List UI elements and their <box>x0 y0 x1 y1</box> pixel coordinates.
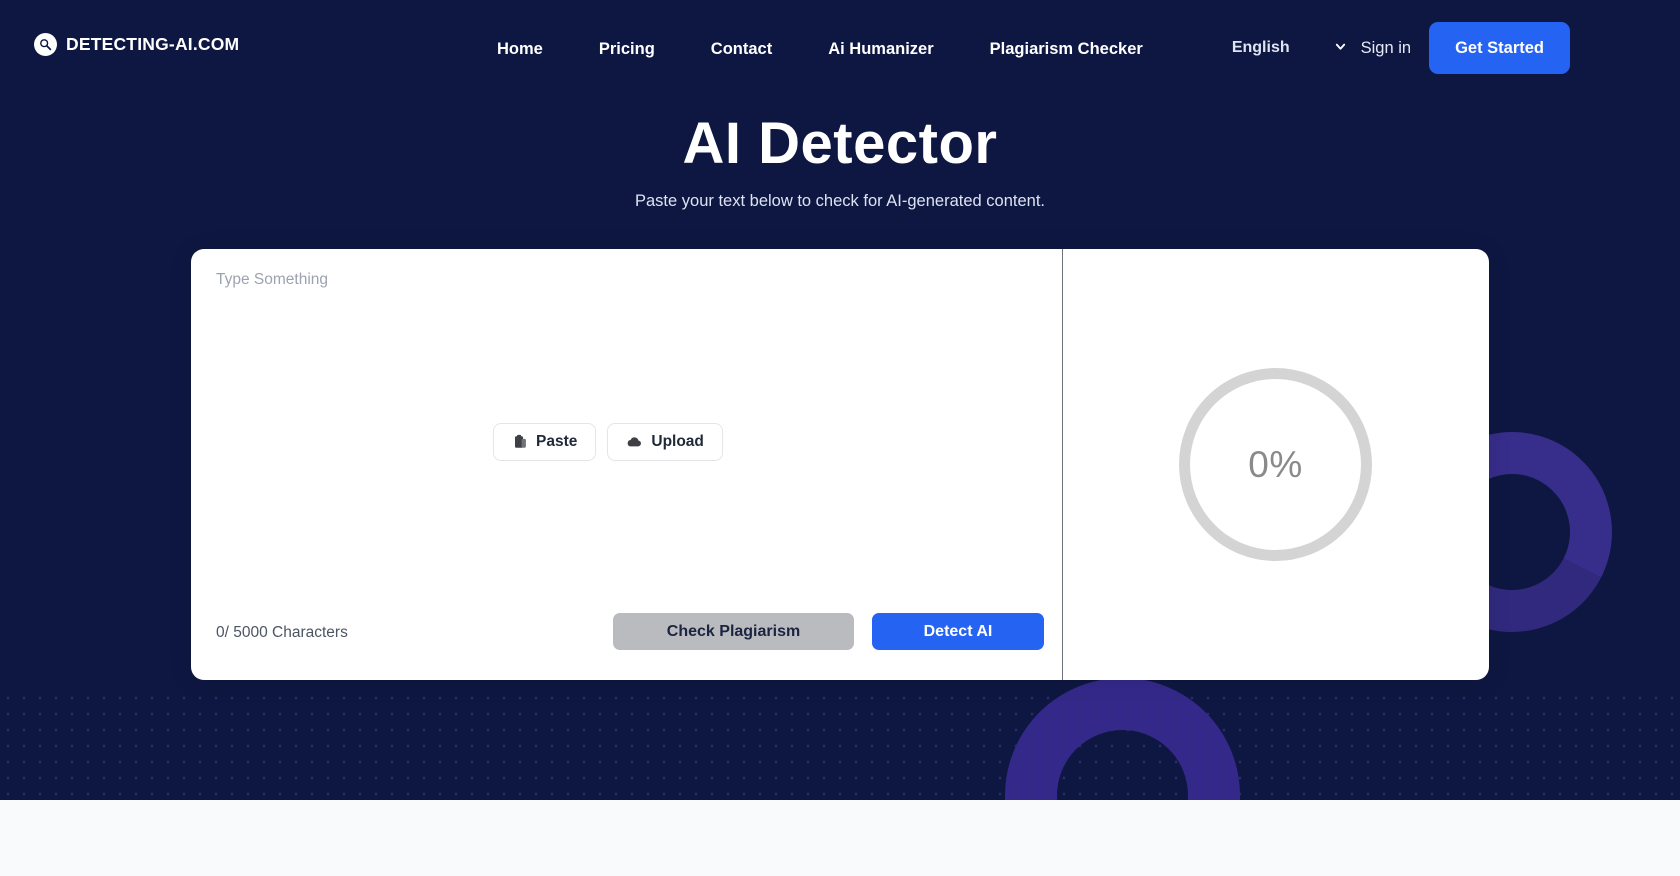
hero-section: DETECTING-AI.COM Home Pricing Contact Ai… <box>0 0 1680 800</box>
header-actions: English Sign in Get Started <box>1232 0 1680 96</box>
ai-score-value: 0% <box>1248 443 1303 485</box>
language-selector-label: English <box>1231 39 1290 56</box>
detect-ai-button[interactable]: Detect AI <box>872 613 1044 650</box>
character-counter: 0/ 5000 Characters <box>216 624 348 641</box>
upload-button-label: Upload <box>651 433 704 450</box>
nav-item-plagiarism-checker[interactable]: Plagiarism Checker <box>962 40 1171 59</box>
upload-button[interactable]: Upload <box>607 423 723 461</box>
magnifier-circle-icon <box>34 33 57 56</box>
cloud-upload-icon <box>626 435 642 449</box>
nav-item-pricing[interactable]: Pricing <box>571 40 683 59</box>
editor-input-actions: Paste Upload <box>493 423 723 461</box>
nav-item-home[interactable]: Home <box>497 40 571 59</box>
ai-score-gauge: 0% <box>1179 368 1372 561</box>
decorative-dot-grid <box>0 690 1680 800</box>
site-header: DETECTING-AI.COM Home Pricing Contact Ai… <box>0 0 1680 96</box>
chevron-down-icon <box>1334 40 1347 53</box>
editor-placeholder[interactable]: Type Something <box>216 271 328 289</box>
sign-in-link[interactable]: Sign in <box>1361 39 1411 58</box>
decorative-purple-ring-bottom <box>1005 678 1240 800</box>
nav-item-contact[interactable]: Contact <box>683 40 800 59</box>
get-started-button[interactable]: Get Started <box>1429 22 1570 74</box>
result-panel: 0% <box>1063 249 1488 680</box>
primary-navigation: Home Pricing Contact Ai Humanizer Plagia… <box>497 40 1171 59</box>
below-hero-strip <box>0 800 1680 876</box>
page-title: AI Detector <box>682 111 998 176</box>
check-plagiarism-button[interactable]: Check Plagiarism <box>613 613 854 650</box>
detector-card: Type Something Paste Upload 0/ 5000 Char… <box>191 249 1489 680</box>
paste-button-label: Paste <box>536 433 578 450</box>
brand-logo[interactable]: DETECTING-AI.COM <box>34 33 239 56</box>
clipboard-icon <box>512 434 527 450</box>
editor-panel: Type Something Paste Upload 0/ 5000 Char… <box>191 249 1063 680</box>
brand-logo-text: DETECTING-AI.COM <box>66 34 240 54</box>
editor-bottom-bar: 0/ 5000 Characters Check Plagiarism Dete… <box>191 594 1063 680</box>
page-subtitle: Paste your text below to check for AI-ge… <box>635 192 1045 210</box>
language-selector[interactable]: English <box>1232 39 1347 57</box>
nav-item-ai-humanizer[interactable]: Ai Humanizer <box>800 40 961 59</box>
paste-button[interactable]: Paste <box>493 423 597 461</box>
